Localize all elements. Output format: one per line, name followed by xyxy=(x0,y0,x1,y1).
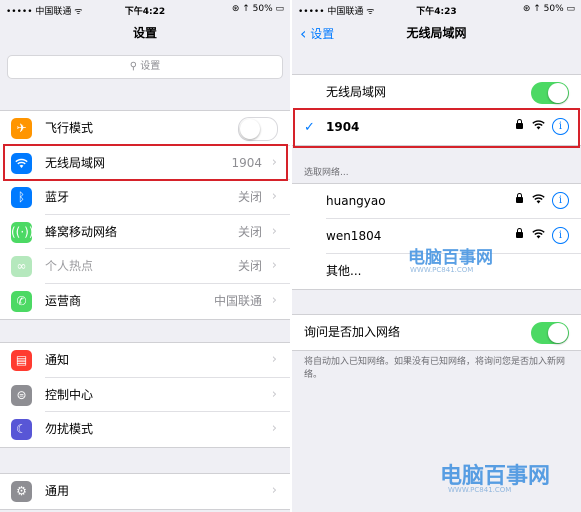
screenshot-pair: ••••• 中国联通 ᯤ 下午4:22 ⊛ ↑ 50% ▭ 设置 ⚲ 设置 ✈ … xyxy=(0,0,581,512)
bluetooth-icon: ᛒ xyxy=(11,187,32,209)
airplane-mode-toggle[interactable] xyxy=(238,117,278,141)
search-input[interactable]: ⚲ 设置 xyxy=(7,55,283,79)
row-label: 通知 xyxy=(45,353,70,367)
ask-to-join-toggle[interactable] xyxy=(531,322,569,344)
row-label: 飞行模式 xyxy=(45,121,94,135)
network-settings-group: ✈ 飞行模式 无线局域网 1904 › ᛒ 蓝牙 关闭 › ((·)) 蜂窝移动… xyxy=(0,110,290,320)
row-label: 勿扰模式 xyxy=(45,422,94,437)
row-bluetooth[interactable]: ᛒ 蓝牙 关闭 › xyxy=(0,180,290,215)
phone-icon: ✆ xyxy=(11,290,32,312)
ask-to-join-group: 询问是否加入网络 xyxy=(292,314,581,351)
search-placeholder: 设置 xyxy=(140,61,161,72)
chevron-right-icon: › xyxy=(271,483,277,498)
moon-icon: ☾ xyxy=(11,419,32,441)
row-do-not-disturb[interactable]: ☾ 勿扰模式 › xyxy=(0,412,290,447)
choose-network-header: 选取网络... xyxy=(304,168,349,178)
lock-icon xyxy=(516,228,523,238)
network-name: huangyao xyxy=(326,194,386,208)
notifications-icon: ▤ xyxy=(11,350,32,371)
page-title: 无线局域网 xyxy=(406,26,467,40)
general-settings-group: ⚙ 通用 › xyxy=(0,473,290,510)
status-bar: ••••• 中国联通 ᯤ 下午4:22 ⊛ ↑ 50% ▭ xyxy=(0,0,290,18)
settings-screen: ••••• 中国联通 ᯤ 下午4:22 ⊛ ↑ 50% ▭ 设置 ⚲ 设置 ✈ … xyxy=(0,0,290,512)
row-cellular[interactable]: ((·)) 蜂窝移动网络 关闭 › xyxy=(0,215,290,250)
row-label: 通用 xyxy=(45,484,70,498)
row-general[interactable]: ⚙ 通用 › xyxy=(0,474,290,509)
page-title: 设置 xyxy=(132,26,157,40)
row-value: 中国联通 xyxy=(213,293,262,308)
toggle-knob xyxy=(240,119,260,139)
cellular-icon: ((·)) xyxy=(11,221,34,243)
chevron-right-icon: › xyxy=(271,421,277,437)
control-center-icon: ⊜ xyxy=(11,384,32,406)
hotspot-icon: ∞ xyxy=(11,256,32,278)
gear-icon: ⚙ xyxy=(11,481,32,502)
row-label: 控制中心 xyxy=(45,387,94,402)
wifi-signal-icon xyxy=(532,229,545,239)
row-value: 关闭 xyxy=(237,190,262,205)
toggle-knob xyxy=(548,323,568,343)
row-value: 关闭 xyxy=(237,259,262,274)
wifi-signal-icon xyxy=(532,194,545,204)
row-label: 蓝牙 xyxy=(45,190,70,205)
row-label: 运营商 xyxy=(45,293,82,308)
wifi-label: 无线局域网 xyxy=(326,85,387,99)
wifi-toggle[interactable] xyxy=(531,82,569,104)
toggle-knob xyxy=(548,83,568,103)
row-wifi-toggle: 无线局域网 xyxy=(292,75,581,110)
connected-network-highlight xyxy=(293,108,580,148)
chevron-right-icon: › xyxy=(271,189,277,205)
watermark-subtext: WWW.PC841.COM xyxy=(410,266,474,274)
network-name: wen1804 xyxy=(326,229,382,243)
chevron-right-icon: › xyxy=(271,292,277,308)
watermark-text: 电脑百事网 xyxy=(408,248,493,268)
row-notifications[interactable]: ▤ 通知 › xyxy=(0,343,290,378)
search-icon: ⚲ xyxy=(129,61,141,72)
airplane-icon: ✈ xyxy=(11,118,32,139)
row-ask-to-join: 询问是否加入网络 xyxy=(292,315,581,350)
row-control-center[interactable]: ⊜ 控制中心 › xyxy=(0,378,290,413)
row-personal-hotspot[interactable]: ∞ 个人热点 关闭 › xyxy=(0,249,290,284)
lock-icon xyxy=(516,193,523,203)
status-bar: ••••• 中国联通 ᯤ 下午4:23 ⊛ ↑ 50% ▭ xyxy=(292,0,581,18)
battery-indicator: ⊛ ↑ 50% ▭ xyxy=(522,4,575,14)
chevron-right-icon: › xyxy=(271,352,277,367)
network-name: 其他... xyxy=(326,264,362,278)
row-label: 蜂窝移动网络 xyxy=(45,224,118,239)
ask-to-join-label: 询问是否加入网络 xyxy=(304,325,401,339)
wifi-row-highlight xyxy=(3,144,288,181)
row-label: 个人热点 xyxy=(45,259,94,274)
row-carrier[interactable]: ✆ 运营商 中国联通 › xyxy=(0,284,290,319)
chevron-right-icon: › xyxy=(271,386,277,402)
watermark-subtext: WWW.PC841.COM xyxy=(448,486,512,494)
battery-indicator: ⊛ ↑ 50% ▭ xyxy=(231,4,284,14)
info-icon[interactable]: i xyxy=(552,192,569,209)
row-airplane-mode: ✈ 飞行模式 xyxy=(0,111,290,146)
info-icon[interactable]: i xyxy=(552,227,569,244)
notification-settings-group: ▤ 通知 › ⊜ 控制中心 › ☾ 勿扰模式 › xyxy=(0,342,290,448)
ask-to-join-caption: 将自动加入已知网络。如果没有已知网络，将询问您是否加入新网络。 xyxy=(304,357,566,380)
chevron-right-icon: › xyxy=(271,258,277,274)
row-value: 关闭 xyxy=(237,224,262,239)
chevron-right-icon: › xyxy=(271,223,277,239)
network-row[interactable]: huangyao i xyxy=(292,184,581,219)
